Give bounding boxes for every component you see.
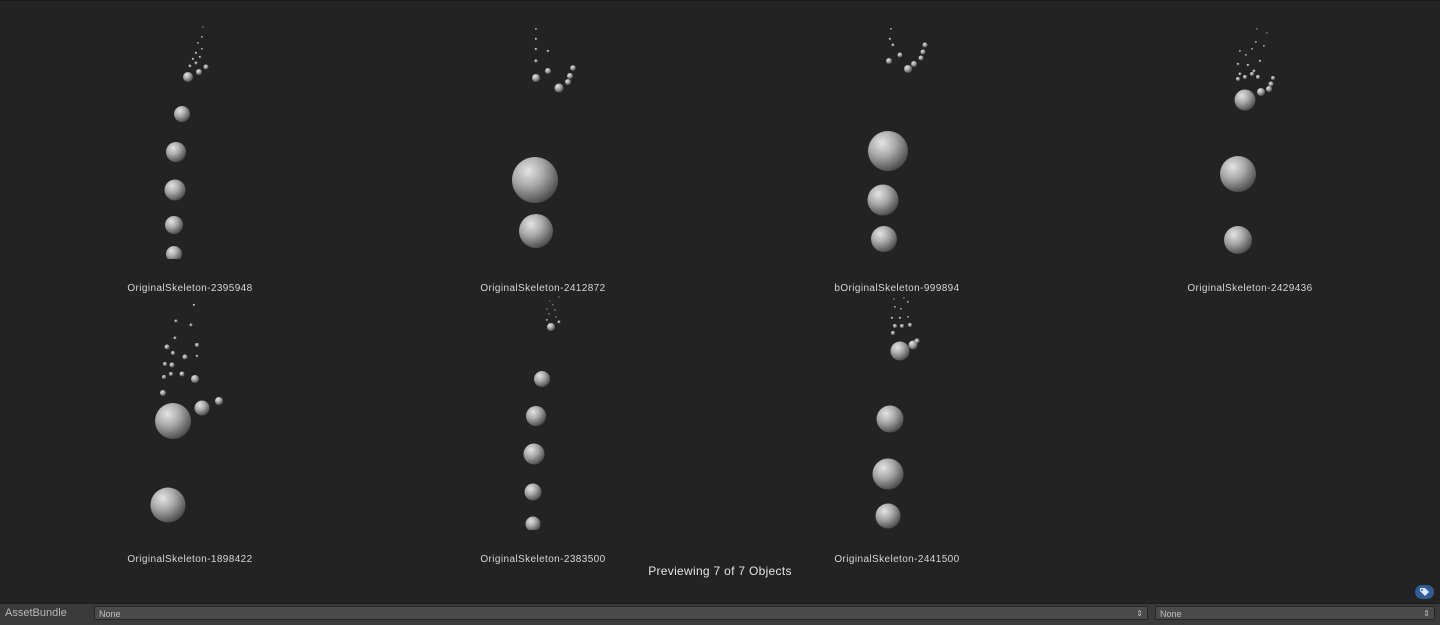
preview-cell[interactable]: OriginalSkeleton-2412872	[363, 9, 723, 294]
preview-cell[interactable]: OriginalSkeleton-2383500	[363, 280, 723, 565]
skeleton-preview-image	[523, 296, 561, 530]
asset-bundle-name-value: None	[99, 609, 121, 619]
object-name-label: OriginalSkeleton-2429436	[1187, 283, 1313, 294]
updown-arrow-icon: ⇕	[1136, 609, 1143, 618]
skeleton-preview-image	[872, 297, 920, 529]
preview-count-text: Previewing 7 of 7 Objects	[648, 564, 792, 578]
skeleton-preview-image	[512, 28, 576, 248]
preview-cell[interactable]: OriginalSkeleton-2429436	[1070, 9, 1430, 294]
preview-cell[interactable]: OriginalSkeleton-2441500	[717, 280, 1077, 565]
asset-labels-button[interactable]	[1415, 585, 1434, 599]
skeleton-preview-image	[1220, 28, 1275, 254]
asset-bundle-variant-value: None	[1160, 609, 1182, 619]
asset-bundle-variant-dropdown[interactable]: None ⇕	[1155, 606, 1435, 620]
updown-arrow-icon: ⇕	[1423, 609, 1430, 618]
preview-cell[interactable]: bOriginalSkeleton-999894	[717, 9, 1077, 294]
preview-area: OriginalSkeleton-2395948 OriginalSkeleto…	[0, 0, 1440, 604]
tag-icon	[1420, 588, 1429, 596]
skeleton-preview-image	[150, 303, 223, 523]
asset-bundle-label: AssetBundle	[5, 607, 67, 619]
skeleton-preview-image	[164, 26, 209, 259]
asset-bundle-name-dropdown[interactable]: None ⇕	[94, 606, 1148, 620]
skeleton-preview-image	[867, 28, 928, 252]
preview-cell[interactable]: OriginalSkeleton-1898422	[10, 280, 370, 565]
asset-bundle-bar: AssetBundle None ⇕ None ⇕	[0, 603, 1440, 625]
preview-cell[interactable]: OriginalSkeleton-2395948	[10, 9, 370, 294]
